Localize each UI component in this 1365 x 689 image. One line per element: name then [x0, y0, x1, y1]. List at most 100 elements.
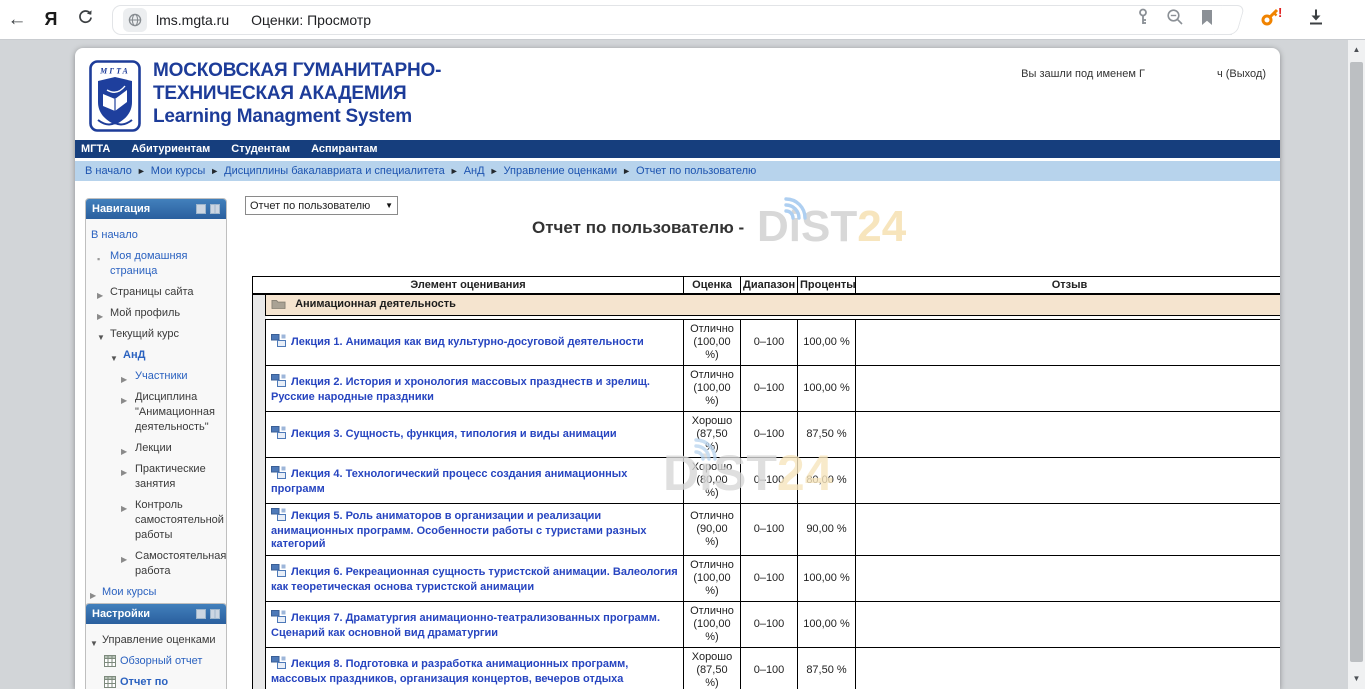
range-cell: 0–100	[741, 602, 798, 648]
chevron-right-icon[interactable]: ▶	[121, 465, 127, 480]
percent-cell: 100,00 %	[798, 320, 856, 366]
menu-item-aspirantam[interactable]: Аспирантам	[311, 143, 377, 155]
collapse-block-icon[interactable]	[196, 204, 206, 214]
percent-cell: 87,50 %	[798, 648, 856, 689]
sidebar-item-practical[interactable]: ▶Практические занятия	[86, 459, 223, 495]
navigation-block: Навигация В начало ▪Моя домашняя страниц…	[85, 198, 227, 610]
logout-link[interactable]: (Выход)	[1226, 68, 1266, 80]
reload-button[interactable]	[68, 8, 102, 31]
indent-cell	[253, 458, 266, 504]
chevron-down-icon[interactable]: ▼	[110, 351, 118, 366]
sidebar-item-my-profile[interactable]: ▶Мой профиль	[86, 303, 223, 324]
grade-item-link[interactable]: Лекция 3. Сущность, функция, типология и…	[291, 428, 617, 440]
menu-item-abiturientam[interactable]: Абитуриентам	[131, 143, 210, 155]
grade-cell: Хорошо(87,50 %)	[684, 412, 741, 458]
breadcrumb-home[interactable]: В начало	[85, 165, 132, 177]
sidebar-item-my-courses[interactable]: ▶Мои курсы	[86, 582, 223, 603]
scrollbar-thumb[interactable]	[1350, 62, 1363, 662]
yandex-logo-icon[interactable]: Я	[34, 9, 68, 30]
university-logo: МГТА	[89, 60, 141, 137]
breadcrumb-arrow-icon: ►	[617, 166, 636, 176]
address-bar[interactable]: lms.mgta.ru Оценки: Просмотр	[112, 5, 1232, 35]
collapse-block-icon[interactable]	[196, 609, 206, 619]
grade-item-link[interactable]: Лекция 1. Анимация как вид культурно-дос…	[291, 336, 644, 348]
menu-item-mgta[interactable]: МГТА	[81, 143, 110, 155]
zoom-page-icon[interactable]	[1166, 8, 1184, 31]
lesson-icon	[271, 508, 286, 525]
chevron-right-icon[interactable]: ▶	[121, 444, 127, 459]
chevron-down-icon[interactable]: ▼	[97, 330, 105, 345]
grade-item-link[interactable]: Лекция 2. История и хронология массовых …	[271, 376, 650, 403]
tab-title: Оценки: Просмотр	[251, 12, 1136, 28]
bookmark-icon[interactable]	[1200, 9, 1214, 31]
chevron-right-icon[interactable]: ▶	[90, 588, 96, 603]
site-globe-icon	[123, 8, 147, 32]
report-type-select[interactable]: Отчет по пользователю ▼	[245, 196, 398, 215]
sidebar-item-lectures[interactable]: ▶Лекции	[86, 438, 223, 459]
dock-block-icon[interactable]	[210, 609, 220, 619]
settings-item-overview-report[interactable]: Обзорный отчет	[86, 651, 223, 672]
sidebar-item-home[interactable]: В начало	[86, 225, 223, 246]
chevron-right-icon[interactable]: ▶	[121, 501, 127, 516]
lesson-icon	[271, 466, 286, 483]
breadcrumb-user-report[interactable]: Отчет по пользователю	[636, 165, 756, 177]
percent-cell: 100,00 %	[798, 366, 856, 412]
feedback-cell	[856, 602, 1281, 648]
grade-item-link[interactable]: Лекция 6. Рекреационная сущность туристс…	[271, 566, 678, 593]
settings-item-user-report[interactable]: Отчет по пользователю	[86, 672, 223, 689]
dist24-watermark: DiST24	[757, 205, 906, 249]
login-status: Вы зашли под именем Гч (Выход)	[1021, 68, 1266, 80]
password-alert-icon[interactable]: !	[1260, 6, 1284, 33]
site-content: МГТА МОСКОВСКАЯ ГУМАНИТАРНО- ТЕХНИЧЕСКАЯ…	[75, 48, 1280, 689]
breadcrumb-my-courses[interactable]: Мои курсы	[151, 165, 205, 177]
sidebar-item-discipline[interactable]: ▶Дисциплина "Анимационная деятельность"	[86, 387, 223, 438]
chevron-right-icon[interactable]: ▶	[97, 309, 103, 324]
range-cell: 0–100	[741, 320, 798, 366]
sidebar-item-participants[interactable]: ▶Участники	[86, 366, 223, 387]
breadcrumb-grades[interactable]: Управление оценками	[504, 165, 618, 177]
chevron-right-icon[interactable]: ▶	[121, 372, 127, 387]
svg-text:!: !	[1278, 6, 1282, 20]
url-text[interactable]: lms.mgta.ru	[156, 12, 229, 28]
grade-item-link[interactable]: Лекция 8. Подготовка и разработка анимац…	[271, 658, 628, 685]
back-button[interactable]: ←	[0, 9, 34, 31]
feedback-cell	[856, 648, 1281, 689]
grade-cell: Отлично(100,00 %)	[684, 366, 741, 412]
chevron-right-icon[interactable]: ▶	[97, 288, 103, 303]
percent-cell: 80,00 %	[798, 458, 856, 504]
grade-item-link[interactable]: Лекция 5. Роль аниматоров в организации …	[271, 510, 647, 550]
percent-cell: 100,00 %	[798, 556, 856, 602]
wifi-arcs-icon	[782, 190, 812, 224]
settings-item-grade-admin[interactable]: ▼Управление оценками	[86, 630, 223, 651]
chevron-down-icon[interactable]: ▼	[90, 636, 98, 651]
sidebar-item-selfwork[interactable]: ▶Самостоятельная работа	[86, 546, 223, 582]
grade-item-link[interactable]: Лекция 4. Технологический процесс создан…	[271, 468, 627, 495]
user-report-table: Элемент оценивания Оценка Диапазон Проце…	[252, 276, 1280, 689]
table-row: Лекция 2. История и хронология массовых …	[253, 366, 1281, 412]
scroll-down-icon[interactable]: ▼	[1348, 671, 1365, 687]
report-select-value: Отчет по пользователю	[250, 200, 370, 212]
breadcrumb-bachelor[interactable]: Дисциплины бакалавриата и специалитета	[224, 165, 445, 177]
table-row: Лекция 4. Технологический процесс создан…	[253, 458, 1281, 504]
table-row: Лекция 5. Роль аниматоров в организации …	[253, 504, 1281, 556]
sidebar-item-site-pages[interactable]: ▶Страницы сайта	[86, 282, 223, 303]
scroll-up-icon[interactable]: ▲	[1348, 42, 1365, 58]
menu-item-studentam[interactable]: Студентам	[231, 143, 290, 155]
page-scrollbar[interactable]: ▲ ▼	[1348, 40, 1365, 689]
chevron-right-icon[interactable]: ▶	[121, 552, 127, 567]
sidebar-item-and-course[interactable]: ▼АнД	[86, 345, 223, 366]
table-row: Лекция 8. Подготовка и разработка анимац…	[253, 648, 1281, 689]
sidebar-item-my-home[interactable]: ▪Моя домашняя страница	[86, 246, 223, 282]
downloads-icon[interactable]	[1306, 7, 1326, 32]
breadcrumb-and[interactable]: АнД	[464, 165, 485, 177]
grade-cell: Отлично(100,00 %)	[684, 602, 741, 648]
grade-item-link[interactable]: Лекция 7. Драматургия анимационно-театра…	[271, 612, 660, 639]
sidebar-item-current-course[interactable]: ▼Текущий курс	[86, 324, 223, 345]
sidebar-item-control[interactable]: ▶Контроль самостоятельной работы	[86, 495, 223, 546]
grade-report-icon	[104, 655, 116, 672]
dock-block-icon[interactable]	[210, 204, 220, 214]
chevron-right-icon[interactable]: ▶	[121, 393, 127, 408]
grade-report-icon	[104, 676, 116, 689]
password-key-icon[interactable]	[1136, 8, 1150, 31]
table-row: Лекция 3. Сущность, функция, типология и…	[253, 412, 1281, 458]
